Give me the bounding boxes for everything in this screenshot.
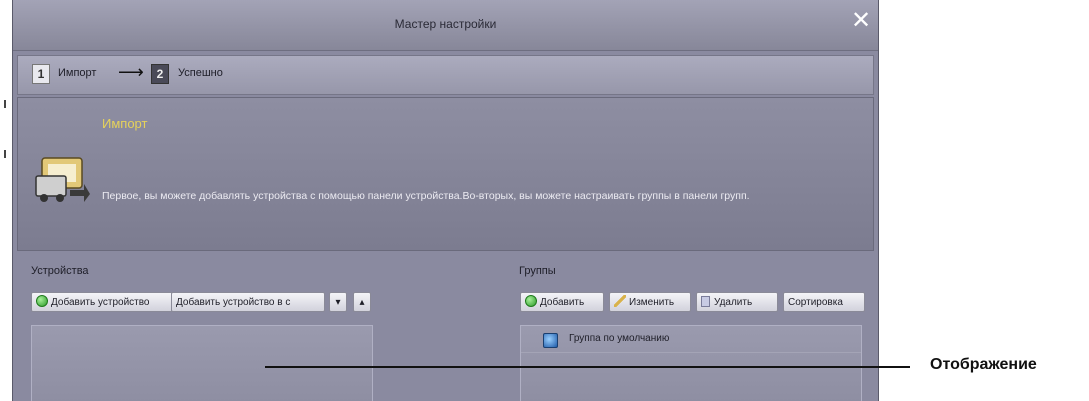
- list-item[interactable]: Группа по умолчанию: [521, 326, 861, 353]
- groups-label: Группы: [519, 265, 556, 277]
- info-description: Первое, вы можете добавлять устройства с…: [102, 190, 750, 202]
- add-group-label: Добавить: [540, 297, 585, 308]
- delete-group-label: Удалить: [714, 297, 753, 308]
- chevron-down-icon: ▾: [335, 297, 341, 308]
- sort-groups-label: Сортировка: [788, 297, 843, 308]
- step-arrow-icon: ⟶: [118, 62, 144, 82]
- step-1-label: Импорт: [58, 67, 97, 79]
- trash-icon: [701, 296, 710, 307]
- wizard-steps-bar: 1 Импорт ⟶ 2 Успешно: [17, 55, 874, 95]
- info-title: Импорт: [102, 116, 148, 131]
- edit-group-button[interactable]: Изменить: [609, 292, 691, 312]
- devices-list[interactable]: [31, 325, 373, 401]
- info-panel: Импорт Первое, вы можете добавлять устро…: [17, 97, 874, 251]
- group-name: Группа по умолчанию: [569, 333, 670, 344]
- collapse-button[interactable]: ▴: [353, 292, 371, 312]
- close-icon[interactable]: ✕: [850, 9, 872, 33]
- step-1-number: 1: [32, 64, 50, 84]
- pencil-icon: [614, 295, 626, 307]
- step-2-number: 2: [151, 64, 169, 84]
- add-device-to-group-button[interactable]: Добавить устройство в с: [171, 292, 325, 312]
- add-device-label: Добавить устройство: [51, 297, 150, 308]
- add-group-button[interactable]: Добавить: [520, 292, 604, 312]
- edit-group-label: Изменить: [629, 297, 675, 308]
- edge-mark: [4, 150, 6, 158]
- import-wizard-icon: [35, 157, 90, 202]
- delete-group-button[interactable]: Удалить: [696, 292, 778, 312]
- setup-wizard-window: Мастер настройки ✕ 1 Импорт ⟶ 2 Успешно …: [12, 0, 879, 401]
- groups-list[interactable]: Группа по умолчанию: [520, 325, 862, 401]
- edge-mark: [4, 100, 6, 108]
- window-title: Мастер настройки: [394, 17, 497, 31]
- devices-label: Устройства: [31, 265, 89, 277]
- chevron-up-icon: ▴: [359, 297, 365, 308]
- add-device-button[interactable]: Добавить устройство: [31, 292, 173, 312]
- group-icon: [543, 333, 558, 348]
- step-2-label: Успешно: [178, 67, 223, 79]
- expand-button[interactable]: ▾: [329, 292, 347, 312]
- callout-line: [265, 366, 910, 368]
- plus-icon: [525, 295, 537, 307]
- plus-icon: [36, 295, 48, 307]
- add-device-to-group-label: Добавить устройство в с: [176, 297, 291, 308]
- callout-label: Отображение: [930, 356, 1037, 373]
- title-bar[interactable]: Мастер настройки ✕: [13, 0, 878, 51]
- sort-groups-button[interactable]: Сортировка: [783, 292, 865, 312]
